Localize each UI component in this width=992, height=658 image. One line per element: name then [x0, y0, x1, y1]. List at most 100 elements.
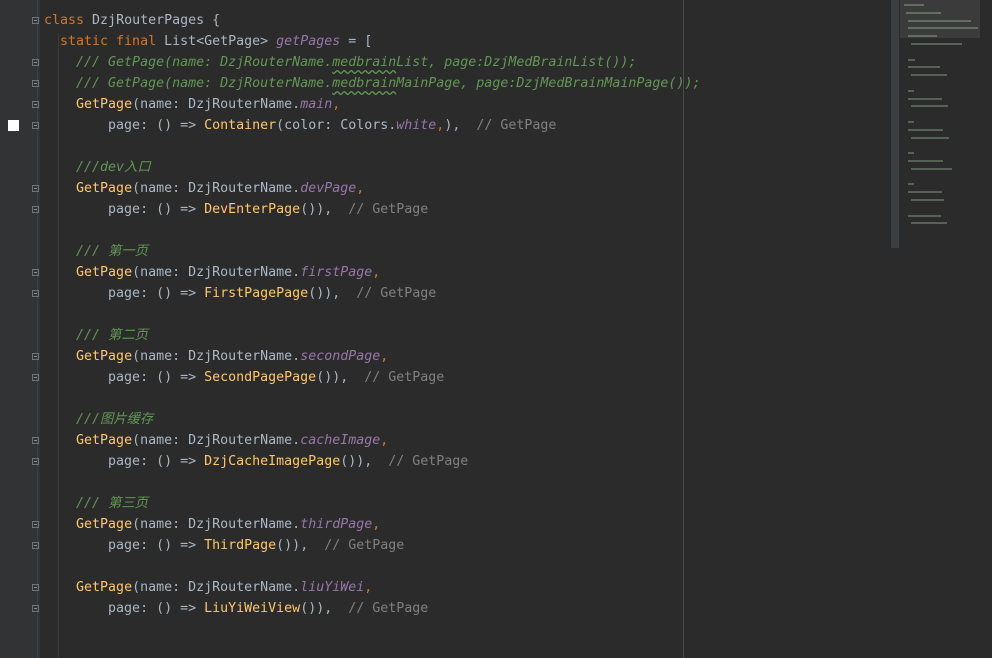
- code-token: DzjRouterPages {: [92, 13, 221, 28]
- code-token: GetPage: [76, 181, 133, 196]
- code-token: ),: [444, 118, 461, 133]
- fold-marker-icon[interactable]: [32, 80, 39, 87]
- code-token: liuYiWei: [300, 580, 365, 595]
- code-line[interactable]: page: () => DzjCacheImagePage()), // Get…: [44, 451, 700, 472]
- code-line[interactable]: page: () => FirstPagePage()), // GetPage: [44, 283, 700, 304]
- fold-marker-icon[interactable]: [32, 206, 39, 213]
- code-token: // GetPage: [348, 202, 429, 217]
- code-token: MainPage, page:DzjMedBrainMainPage());: [396, 76, 701, 91]
- fold-marker-icon[interactable]: [32, 605, 39, 612]
- code-token: secondPage: [300, 349, 381, 364]
- fold-marker-icon[interactable]: [32, 584, 39, 591]
- code-line[interactable]: ///dev入口: [44, 157, 700, 178]
- code-token: ()),: [300, 202, 333, 217]
- code-token: ,: [364, 580, 373, 595]
- code-token: white: [396, 118, 437, 133]
- code-line[interactable]: page: () => ThirdPage()), // GetPage: [44, 535, 700, 556]
- code-token: ThirdPage: [204, 538, 277, 553]
- code-line[interactable]: [44, 556, 700, 577]
- code-line[interactable]: /// 第三页: [44, 493, 700, 514]
- fold-marker-icon[interactable]: [32, 185, 39, 192]
- code-token: (name: DzjRouterName.: [132, 97, 301, 112]
- code-token: /// 第三页: [44, 496, 148, 511]
- code-line[interactable]: GetPage(name: DzjRouterName.main,: [44, 94, 700, 115]
- code-line[interactable]: GetPage(name: DzjRouterName.liuYiWei,: [44, 577, 700, 598]
- fold-marker-icon[interactable]: [32, 290, 39, 297]
- code-line[interactable]: page: () => SecondPagePage()), // GetPag…: [44, 367, 700, 388]
- code-token: (name: DzjRouterName.: [132, 517, 301, 532]
- fold-marker-icon[interactable]: [32, 17, 39, 24]
- code-line[interactable]: /// GetPage(name: DzjRouterName.medbrain…: [44, 73, 700, 94]
- code-token: DevEnterPage: [204, 202, 301, 217]
- code-token: GetPage: [76, 265, 133, 280]
- code-line[interactable]: /// GetPage(name: DzjRouterName.medbrain…: [44, 52, 700, 73]
- fold-marker-icon[interactable]: [32, 542, 39, 549]
- code-token: // GetPage: [476, 118, 557, 133]
- code-token: = [: [340, 34, 373, 49]
- code-token: GetPage: [76, 97, 133, 112]
- code-line[interactable]: page: () => LiuYiWeiView()), // GetPage: [44, 598, 700, 619]
- fold-marker-icon[interactable]: [32, 101, 39, 108]
- code-token: page: () =>: [44, 601, 205, 616]
- code-line[interactable]: GetPage(name: DzjRouterName.cacheImage,: [44, 430, 700, 451]
- code-token: ()),: [300, 601, 333, 616]
- fold-marker-icon[interactable]: [32, 122, 39, 129]
- code-line[interactable]: [44, 304, 700, 325]
- code-line[interactable]: [44, 388, 700, 409]
- code-token: /// GetPage(name: DzjRouterName.: [44, 55, 333, 70]
- fold-marker-icon[interactable]: [32, 353, 39, 360]
- code-token: medbrain: [332, 76, 397, 91]
- code-line[interactable]: GetPage(name: DzjRouterName.secondPage,: [44, 346, 700, 367]
- code-token: ()),: [276, 538, 309, 553]
- code-token: ,: [380, 433, 389, 448]
- code-line[interactable]: GetPage(name: DzjRouterName.thirdPage,: [44, 514, 700, 535]
- code-line[interactable]: GetPage(name: DzjRouterName.devPage,: [44, 178, 700, 199]
- minimap-line: [907, 66, 940, 69]
- fold-marker-icon[interactable]: [32, 59, 39, 66]
- minimap-line: [911, 222, 948, 225]
- code-line[interactable]: [44, 136, 700, 157]
- code-token: // GetPage: [388, 454, 469, 469]
- code-line[interactable]: GetPage(name: DzjRouterName.firstPage,: [44, 262, 700, 283]
- editor-gutter[interactable]: [0, 0, 40, 658]
- fold-marker-icon[interactable]: [32, 269, 39, 276]
- code-line[interactable]: static final List<GetPage> getPages = [: [44, 31, 700, 52]
- vertical-scrollbar[interactable]: [891, 0, 899, 248]
- code-line[interactable]: /// 第一页: [44, 241, 700, 262]
- code-line[interactable]: ///图片缓存: [44, 409, 700, 430]
- code-token: ,: [372, 265, 381, 280]
- code-editor[interactable]: class DzjRouterPages { static final List…: [0, 0, 992, 658]
- fold-marker-icon[interactable]: [32, 437, 39, 444]
- code-token: medbrain: [332, 55, 397, 70]
- code-line[interactable]: class DzjRouterPages {: [44, 10, 700, 31]
- minimap-line: [907, 128, 943, 131]
- code-line[interactable]: [44, 220, 700, 241]
- code-token: GetPage: [76, 349, 133, 364]
- code-line[interactable]: page: () => Container(color: Colors.whit…: [44, 115, 700, 136]
- code-line[interactable]: page: () => DevEnterPage()), // GetPage: [44, 199, 700, 220]
- code-line[interactable]: [44, 472, 700, 493]
- code-line[interactable]: /// 第二页: [44, 325, 700, 346]
- code-token: // GetPage: [364, 370, 445, 385]
- minimap-line: [911, 43, 962, 45]
- bookmark-icon[interactable]: [8, 120, 19, 131]
- code-text-area[interactable]: class DzjRouterPages { static final List…: [44, 10, 700, 619]
- fold-marker-icon[interactable]: [32, 458, 39, 465]
- code-token: page: () =>: [44, 454, 205, 469]
- code-token: page: () =>: [44, 118, 205, 133]
- minimap-viewport[interactable]: [900, 0, 980, 38]
- fold-marker-icon[interactable]: [32, 374, 39, 381]
- code-token: firstPage: [300, 265, 373, 280]
- fold-marker-icon[interactable]: [32, 521, 39, 528]
- code-token: ,: [356, 181, 365, 196]
- code-token: ///dev入口: [44, 160, 151, 175]
- code-token: page: () =>: [44, 286, 205, 301]
- minimap-line: [911, 74, 948, 77]
